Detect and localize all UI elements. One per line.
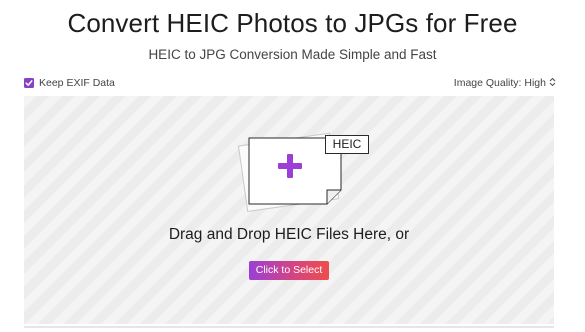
file-dropzone[interactable]: HEIC Drag and Drop HEIC Files Here, or C… bbox=[24, 96, 554, 324]
converter-page: Convert HEIC Photos to JPGs for Free HEI… bbox=[0, 0, 585, 332]
heic-badge-label: HEIC bbox=[332, 137, 362, 151]
image-quality-select[interactable]: Image Quality: High bbox=[454, 77, 556, 89]
file-illustration: HEIC bbox=[229, 130, 369, 212]
drop-instruction: Drag and Drop HEIC Files Here, or bbox=[168, 226, 410, 243]
options-row: Keep EXIF Data Image Quality: High bbox=[24, 75, 556, 91]
chevron-updown-icon[interactable] bbox=[549, 77, 556, 89]
heic-badge: HEIC bbox=[325, 135, 369, 154]
page-title: Convert HEIC Photos to JPGs for Free bbox=[67, 8, 518, 38]
page-subtitle: HEIC to JPG Conversion Made Simple and F… bbox=[148, 47, 437, 62]
checkbox-checked-icon[interactable] bbox=[24, 78, 34, 88]
divider bbox=[24, 326, 554, 328]
click-to-select-button[interactable]: Click to Select bbox=[249, 261, 329, 280]
image-quality-label[interactable]: Image Quality: High bbox=[454, 77, 546, 89]
keep-exif-checkbox[interactable]: Keep EXIF Data bbox=[24, 77, 115, 89]
keep-exif-label[interactable]: Keep EXIF Data bbox=[39, 77, 115, 89]
